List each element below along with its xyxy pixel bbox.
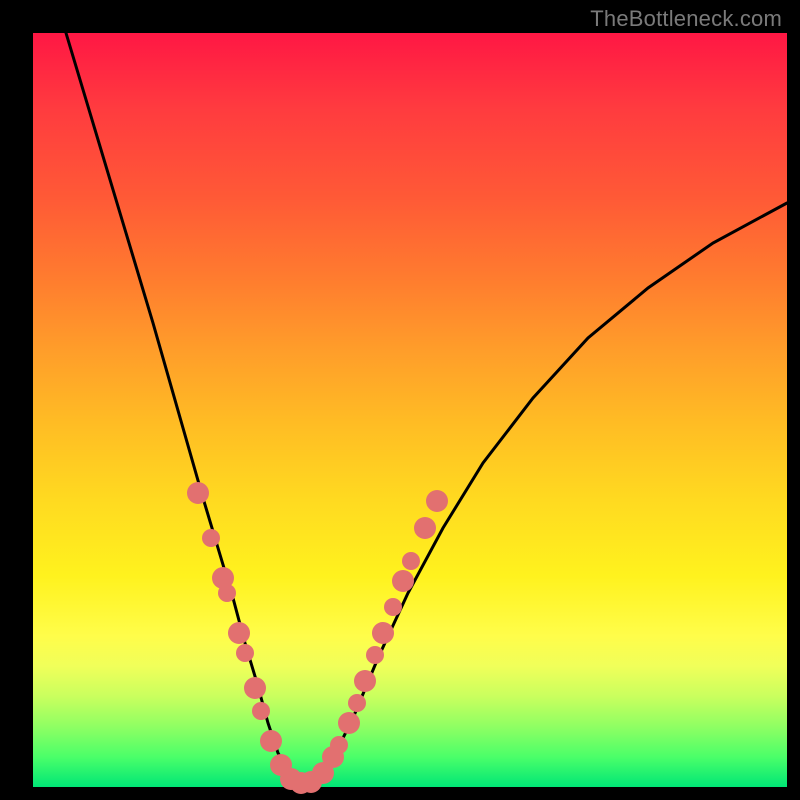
- data-point: [228, 622, 250, 644]
- data-point: [402, 552, 420, 570]
- plot-area: [33, 33, 787, 787]
- chart-frame: TheBottleneck.com: [0, 0, 800, 800]
- data-point: [338, 712, 360, 734]
- data-point: [218, 584, 236, 602]
- data-point: [202, 529, 220, 547]
- data-point: [348, 694, 366, 712]
- data-point: [414, 517, 436, 539]
- data-point: [366, 646, 384, 664]
- data-point: [244, 677, 266, 699]
- bottleneck-curve: [66, 33, 787, 783]
- data-point: [260, 730, 282, 752]
- data-point: [187, 482, 209, 504]
- data-point: [426, 490, 448, 512]
- data-point: [252, 702, 270, 720]
- data-point: [330, 736, 348, 754]
- data-point: [392, 570, 414, 592]
- data-point: [372, 622, 394, 644]
- data-point: [384, 598, 402, 616]
- data-point: [236, 644, 254, 662]
- watermark-text: TheBottleneck.com: [590, 6, 782, 32]
- data-points: [187, 482, 448, 794]
- curve-layer: [33, 33, 787, 787]
- data-point: [354, 670, 376, 692]
